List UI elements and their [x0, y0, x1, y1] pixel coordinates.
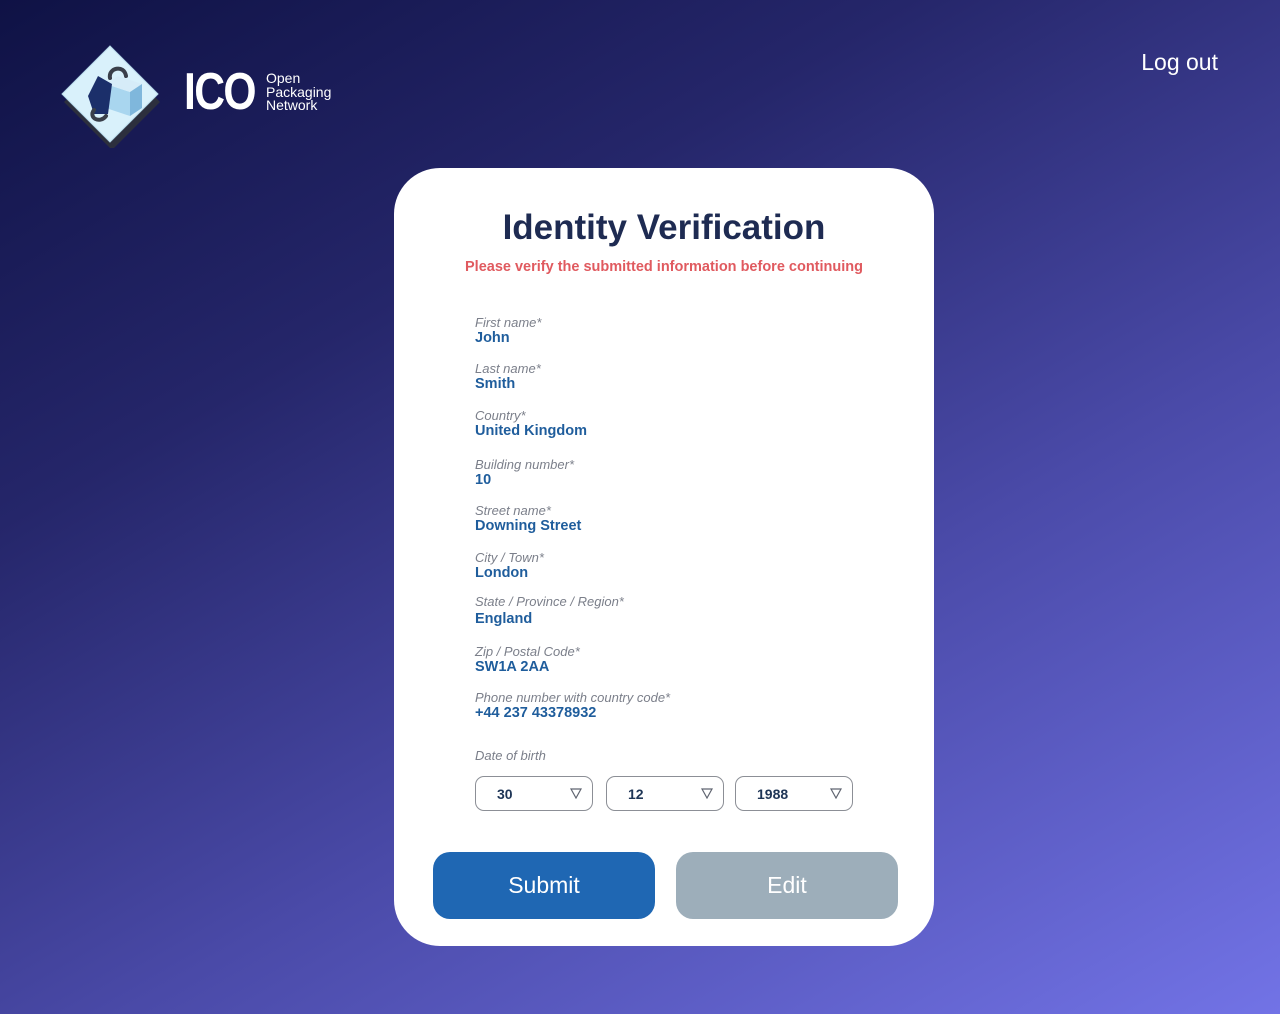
field-label: Country* — [475, 408, 526, 423]
field-country: Country* United Kingdom — [475, 408, 587, 440]
field-value: 10 — [475, 472, 492, 488]
triangle-down-icon — [701, 788, 713, 799]
brand-tagline: Open Packaging Network — [266, 71, 331, 113]
dob-label: Date of birth — [475, 748, 546, 763]
field-city: City / Town* London — [475, 550, 544, 582]
field-value: United Kingdom — [475, 423, 587, 439]
submit-button[interactable]: Submit — [433, 852, 655, 919]
field-last-name: Last name* Smith — [475, 361, 541, 393]
logo-mark-icon — [61, 45, 160, 148]
field-value: John — [475, 330, 510, 346]
field-value: England — [475, 611, 533, 627]
field-label: State / Province / Region* — [475, 594, 624, 609]
field-value: London — [475, 565, 529, 581]
field-value: Downing Street — [475, 518, 582, 534]
field-phone: Phone number with country code* +44 237 … — [475, 690, 670, 722]
field-label: Building number* — [475, 457, 575, 472]
field-label: City / Town* — [475, 550, 544, 565]
field-street-name: Street name* Downing Street — [475, 503, 581, 535]
field-label: Last name* — [475, 361, 541, 376]
warning-message: Please verify the submitted information … — [465, 259, 863, 275]
brand-logo: ICO Open Packaging Network — [58, 44, 348, 152]
field-value: Smith — [475, 376, 516, 392]
dob-year-value: 1988 — [757, 786, 789, 802]
dob-month-value: 12 — [628, 786, 644, 802]
field-value: +44 237 43378932 — [475, 705, 597, 721]
triangle-down-icon — [570, 788, 582, 799]
triangle-down-icon — [830, 788, 842, 799]
brand-tagline-line: Network — [266, 97, 318, 113]
field-value: SW1A 2AA — [475, 659, 550, 675]
field-region: State / Province / Region* England — [475, 594, 624, 628]
field-first-name: First name* John — [475, 315, 541, 347]
field-label: Street name* — [475, 503, 551, 518]
field-postal-code: Zip / Postal Code* SW1A 2AA — [475, 644, 580, 676]
dob-year-select[interactable]: 1988 — [735, 776, 853, 811]
verification-card: Identity Verification Please verify the … — [394, 168, 934, 946]
dob-month-select[interactable]: 12 — [606, 776, 724, 811]
field-label: Zip / Postal Code* — [475, 644, 580, 659]
field-label: Phone number with country code* — [475, 690, 671, 705]
field-label: First name* — [475, 315, 542, 330]
logout-link[interactable]: Log out — [1141, 49, 1218, 76]
brand-name: ICO — [184, 63, 257, 121]
edit-button[interactable]: Edit — [676, 852, 898, 919]
page-title: Identity Verification — [502, 208, 826, 247]
field-building-number: Building number* 10 — [475, 457, 574, 489]
dob-day-value: 30 — [497, 786, 513, 802]
dob-day-select[interactable]: 30 — [475, 776, 593, 811]
